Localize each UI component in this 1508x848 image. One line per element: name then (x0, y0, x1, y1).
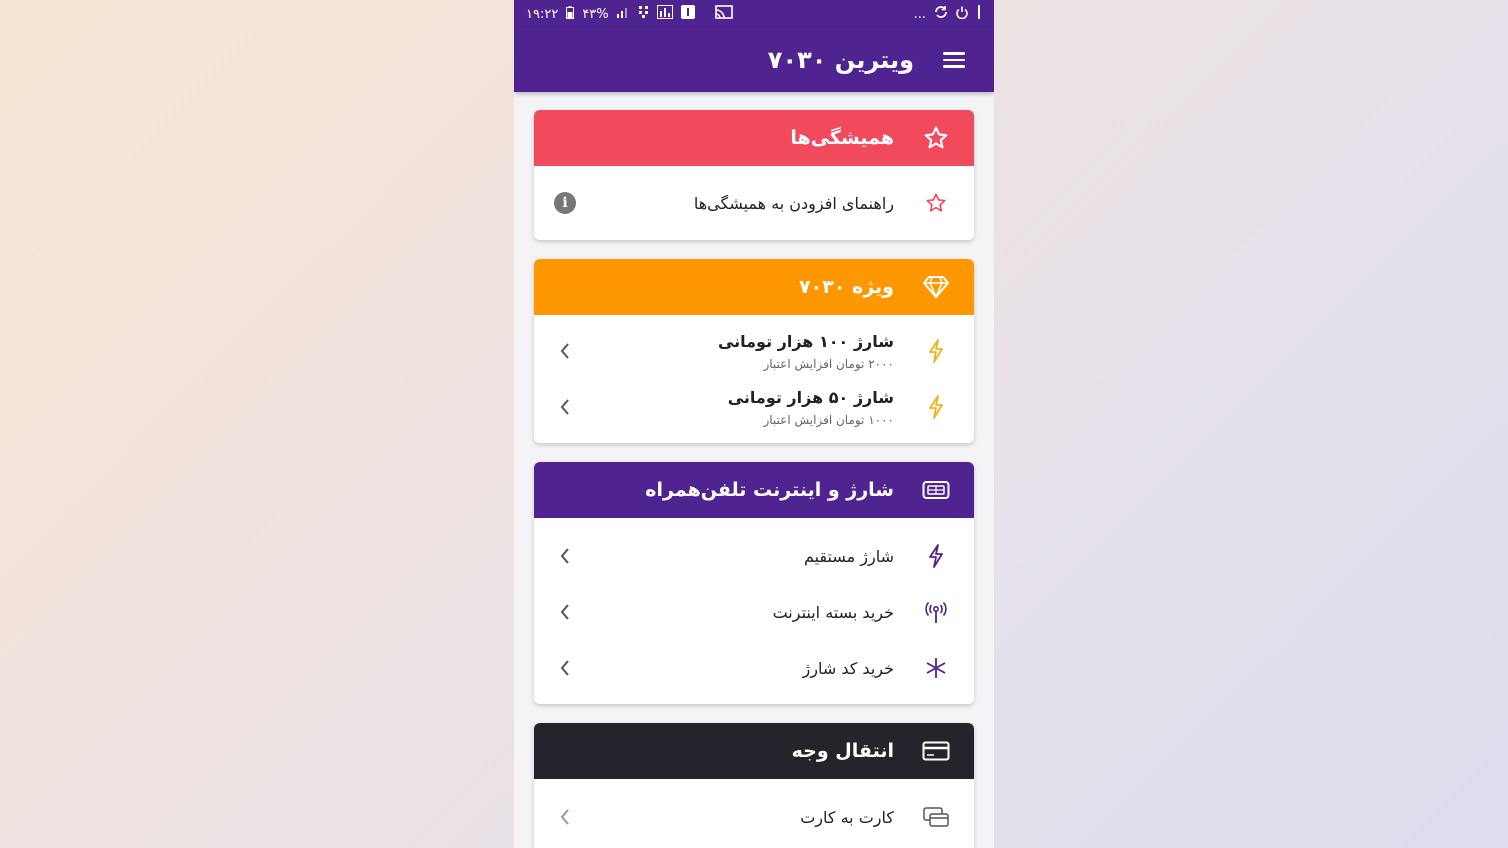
internet-package-label: خرید بسته اینترنت (772, 602, 894, 622)
battery-percent: ۴۳% (582, 6, 609, 22)
favorites-guide-label: راهنمای افزودن به همیشگی‌ها (693, 193, 894, 213)
chart-app-icon (656, 5, 673, 23)
chevron-left-icon (550, 808, 580, 826)
star-outline-icon (916, 192, 956, 214)
cast-icon (714, 5, 733, 23)
charge-code-row[interactable]: خرید کد شارژ (534, 640, 974, 696)
mobile-card: شارژ و اینترنت تلفن‌همراه شارژ مستقیم (534, 462, 974, 704)
special-header: ویژه ۷۰۳۰ (534, 259, 974, 315)
card-to-card-label: کارت به کارت (800, 807, 894, 827)
special-item-100k[interactable]: شارژ ۱۰۰ هزار تومانی ۲۰۰۰ تومان افزایش ا… (534, 323, 974, 379)
lightning-icon (916, 395, 956, 419)
star-outline-icon (916, 125, 956, 151)
special-item-50k-sub: ۱۰۰۰ تومان افزایش اعتبار (763, 412, 894, 427)
lightning-icon (916, 339, 956, 363)
antenna-icon (916, 600, 956, 624)
power-icon (956, 6, 968, 23)
favorites-title: همیشگی‌ها (790, 127, 894, 149)
transfer-title: انتقال وجه (791, 740, 894, 762)
chevron-left-icon (550, 603, 580, 621)
chevron-left-icon (550, 659, 580, 677)
lightning-icon (916, 544, 956, 568)
direct-charge-label: شارژ مستقیم (803, 546, 894, 566)
chevron-left-icon (550, 547, 580, 565)
special-item-100k-label: شارژ ۱۰۰ هزار تومانی (717, 331, 894, 351)
app-bar: ویترین ۷۰۳۰ (514, 28, 994, 92)
phone-screen: ۱۹:۲۲ ۴۳% ... (514, 0, 994, 848)
more-notifications: ... (913, 6, 926, 22)
special-item-50k-label: شارژ ۵۰ هزار تومانی (727, 387, 894, 407)
hamburger-menu-icon[interactable] (934, 40, 974, 80)
status-bar: ۱۹:۲۲ ۴۳% ... (514, 0, 994, 28)
favorites-card: همیشگی‌ها راهنمای افزودن به همیشگی‌ها i (534, 110, 974, 240)
battery-icon (566, 5, 575, 23)
mobile-header: شارژ و اینترنت تلفن‌همراه (534, 462, 974, 518)
clock: ۱۹:۲۲ (526, 6, 559, 22)
special-card: ویژه ۷۰۳۰ شارژ ۱۰۰ هزار تومانی ۲۰۰۰ توما… (534, 259, 974, 443)
diamond-icon (916, 275, 956, 299)
special-item-100k-sub: ۲۰۰۰ تومان افزایش اعتبار (763, 356, 894, 371)
asterisk-icon (916, 657, 956, 679)
card-to-card-row[interactable]: کارت به کارت (534, 779, 974, 848)
info-icon[interactable]: i (554, 192, 576, 214)
sync-icon (934, 5, 948, 23)
app-title: ویترین ۷۰۳۰ (767, 46, 914, 74)
grid-icon (638, 6, 649, 22)
charge-code-label: خرید کد شارژ (802, 658, 895, 678)
transfer-header: انتقال وجه (534, 723, 974, 779)
special-item-50k[interactable]: شارژ ۵۰ هزار تومانی ۱۰۰۰ تومان افزایش اع… (534, 379, 974, 435)
mobile-title: شارژ و اینترنت تلفن‌همراه (645, 479, 894, 501)
notification-badge-icon (680, 5, 695, 23)
chevron-left-icon (550, 342, 580, 360)
chevron-left-icon (550, 398, 580, 416)
cards-icon (916, 807, 956, 827)
transfer-card: انتقال وجه کارت به کارت (534, 723, 974, 848)
usb-icon (976, 5, 982, 23)
direct-charge-row[interactable]: شارژ مستقیم (534, 528, 974, 584)
signal-icon (616, 6, 631, 22)
special-title: ویژه ۷۰۳۰ (799, 276, 894, 298)
credit-card-icon (916, 741, 956, 761)
main-content: همیشگی‌ها راهنمای افزودن به همیشگی‌ها i (514, 92, 994, 848)
sim-card-icon (916, 480, 956, 500)
favorites-header: همیشگی‌ها (534, 110, 974, 166)
internet-package-row[interactable]: خرید بسته اینترنت (534, 584, 974, 640)
favorites-guide-row[interactable]: راهنمای افزودن به همیشگی‌ها i (534, 166, 974, 240)
